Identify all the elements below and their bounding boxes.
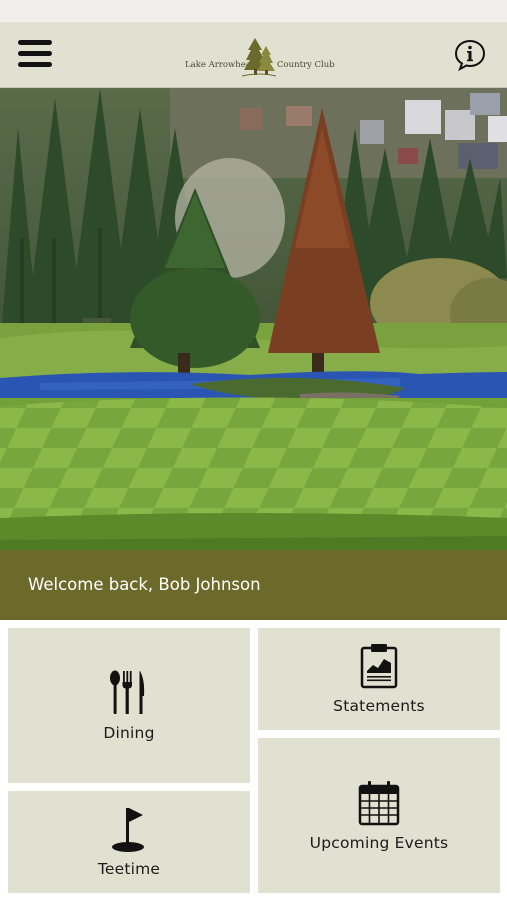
info-button[interactable] <box>453 38 487 72</box>
statements-tile[interactable]: Statements <box>258 628 500 730</box>
hero-golf-course-image <box>0 88 507 550</box>
dining-label: Dining <box>103 723 155 742</box>
cutlery-icon <box>110 670 145 714</box>
teetime-label: Teetime <box>97 860 161 878</box>
golf-flag-icon <box>112 808 144 852</box>
welcome-banner: Welcome back, Bob Johnson <box>0 550 507 620</box>
hamburger-menu-icon <box>18 62 52 67</box>
statements-label: Statements <box>333 697 425 715</box>
golf-course-illustration <box>0 88 507 550</box>
pine-trees-logo-icon <box>242 38 276 77</box>
calendar-icon <box>358 780 400 825</box>
upcoming-events-label: Upcoming Events <box>309 833 449 852</box>
info-speech-bubble-icon <box>454 39 486 72</box>
hamburger-menu-icon <box>18 51 52 56</box>
upcoming-events-tile[interactable]: Upcoming Events <box>258 738 500 893</box>
club-logo: Lake Arrowhead Country Club <box>182 36 335 78</box>
status-bar <box>0 0 507 22</box>
menu-button[interactable] <box>18 38 54 72</box>
clipboard-chart-icon <box>360 644 398 689</box>
logo-text-right: Country Club <box>277 60 335 70</box>
hamburger-menu-icon <box>18 40 52 45</box>
dining-tile[interactable]: Dining <box>8 628 250 783</box>
teetime-tile[interactable]: Teetime <box>8 791 250 893</box>
top-app-bar: Lake Arrowhead Country Club <box>0 22 507 88</box>
dashboard-grid: Dining Statements Teetime Upcoming Event… <box>0 620 507 900</box>
